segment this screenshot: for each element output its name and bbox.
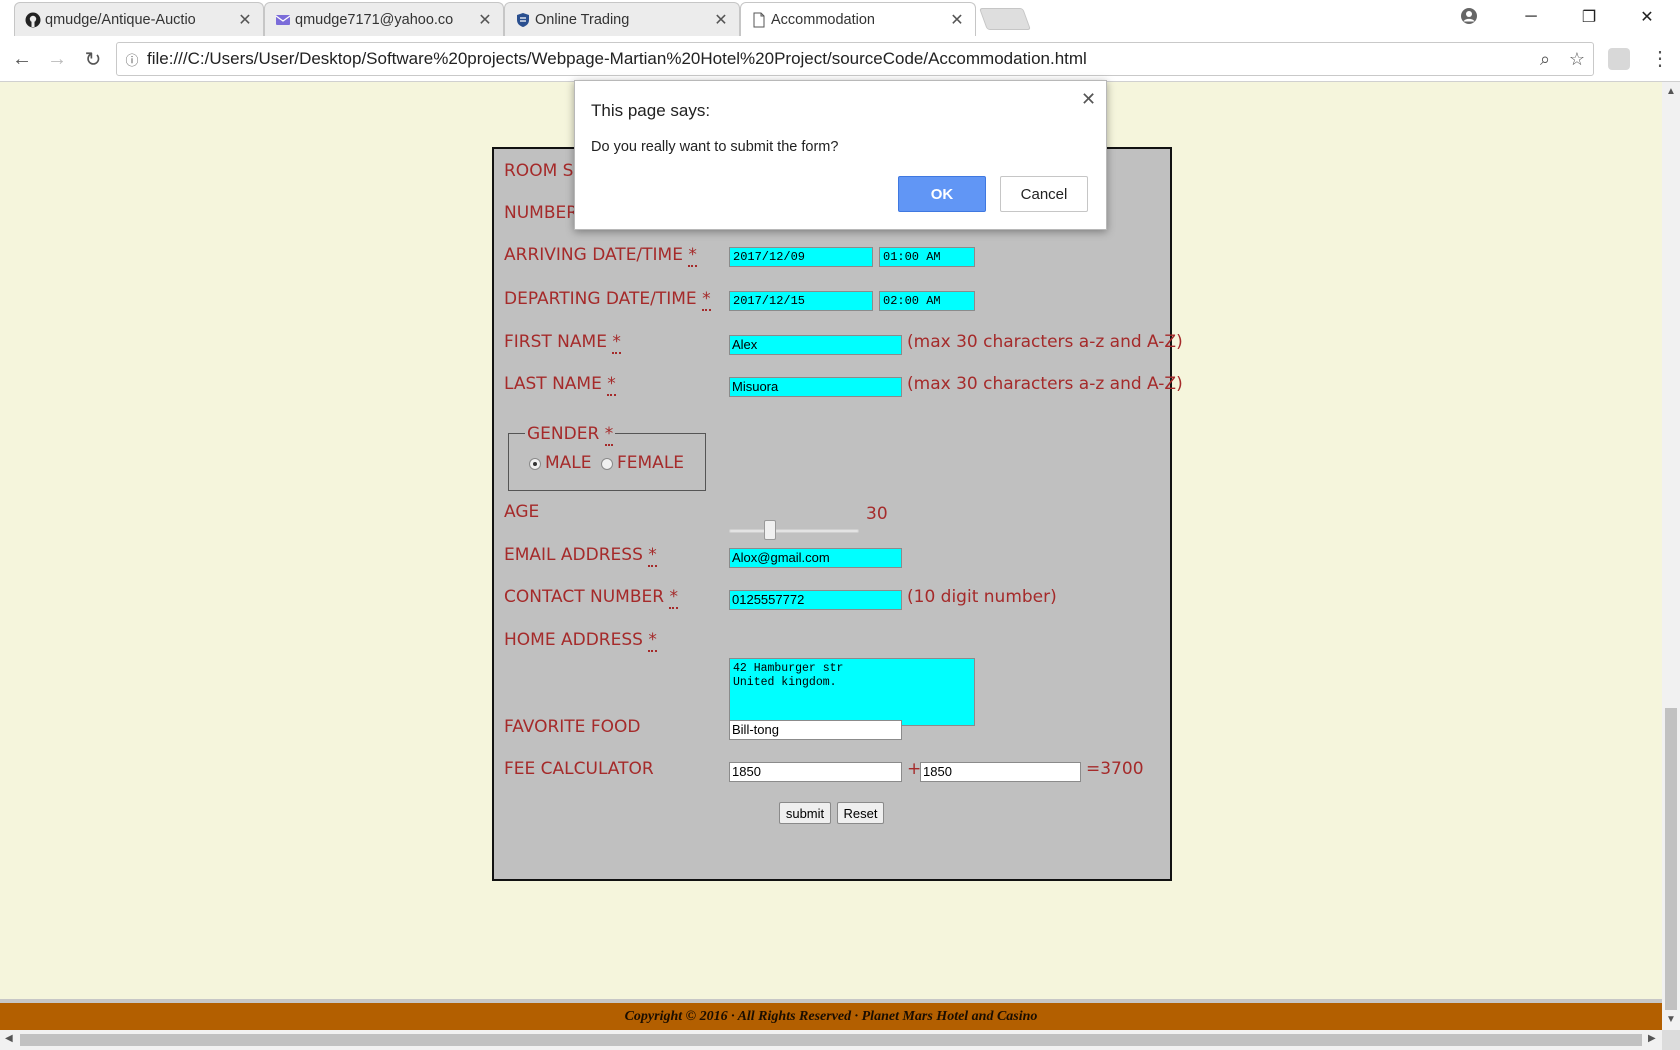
ok-button[interactable]: OK	[898, 176, 986, 212]
contact-input[interactable]: 0125557772	[729, 590, 902, 610]
bookmark-star-icon[interactable]: ☆	[1561, 49, 1593, 70]
page-footer: Copyright © 2016 · All Rights Reserved ·…	[0, 999, 1662, 1030]
scroll-left-arrow-icon[interactable]: ◀	[5, 1033, 13, 1044]
profile-icon[interactable]	[1460, 7, 1478, 25]
close-icon[interactable]: ✕	[949, 10, 965, 30]
fee-input-b[interactable]: 1850	[920, 762, 1081, 782]
close-icon[interactable]: ✕	[713, 10, 729, 30]
first-name-label: FIRST NAME *	[504, 332, 621, 354]
new-tab-button[interactable]	[978, 8, 1032, 30]
minimize-button[interactable]: ─	[1502, 0, 1560, 34]
email-input[interactable]: Alox@gmail.com	[729, 548, 902, 568]
last-name-label: LAST NAME *	[504, 374, 616, 396]
close-icon[interactable]: ✕	[1081, 89, 1096, 110]
required-marker: *	[612, 332, 621, 354]
close-icon[interactable]: ✕	[477, 10, 493, 30]
zoom-icon[interactable]: ⌕	[1529, 49, 1561, 70]
scroll-up-arrow-icon[interactable]: ▲	[1666, 86, 1676, 97]
male-label[interactable]: MALE	[545, 453, 592, 473]
favorite-food-input[interactable]: Bill-tong	[729, 720, 902, 740]
dialog-message: Do you really want to submit the form?	[591, 139, 839, 155]
arriving-label: ARRIVING DATE/TIME *	[504, 245, 697, 267]
tab-title: qmudge/Antique-Auctio	[45, 11, 196, 28]
cancel-button[interactable]: Cancel	[1000, 176, 1088, 212]
fee-result: =3700	[1086, 759, 1144, 779]
fee-input-a[interactable]: 1850	[729, 762, 902, 782]
tab-strip: qmudge/Antique-Auctio ✕ qmudge7171@yahoo…	[0, 0, 1680, 36]
female-label[interactable]: FEMALE	[617, 453, 684, 473]
horizontal-scroll-thumb[interactable]	[20, 1034, 1642, 1046]
back-arrow-icon[interactable]: ←	[9, 46, 35, 72]
departing-label: DEPARTING DATE/TIME *	[504, 289, 711, 311]
github-icon	[25, 12, 41, 28]
home-address-label: HOME ADDRESS *	[504, 630, 657, 652]
departing-time-input[interactable]: 02:00 AM	[879, 291, 975, 311]
vertical-scrollbar[interactable]: ▲ ▼	[1662, 82, 1680, 1030]
reload-icon[interactable]: ↻	[80, 46, 106, 72]
room-label: ROOM S	[504, 161, 574, 181]
tab-accommodation[interactable]: Accommodation ✕	[740, 2, 976, 36]
first-name-input[interactable]: Alex	[729, 335, 902, 355]
gender-fieldset: GENDER * MALE FEMALE	[508, 424, 706, 491]
arriving-time-input[interactable]: 01:00 AM	[879, 247, 975, 267]
home-address-textarea[interactable]: 42 Hamburger str United kingdom.	[729, 658, 975, 726]
tab-title: qmudge7171@yahoo.co	[295, 11, 454, 28]
menu-icon[interactable]: ⋮	[1650, 44, 1670, 74]
age-label: AGE	[504, 502, 540, 522]
address-bar[interactable]: ⓘ file:///C:/Users/User/Desktop/Software…	[116, 42, 1594, 76]
gender-legend: GENDER *	[525, 424, 616, 446]
required-marker: *	[669, 587, 678, 609]
fee-calculator-label: FEE CALCULATOR	[504, 759, 654, 779]
required-marker: *	[604, 424, 614, 446]
age-value: 30	[866, 504, 888, 524]
mail-icon	[275, 15, 291, 25]
favorite-food-label: FAVORITE FOOD	[504, 717, 641, 737]
contact-hint: (10 digit number)	[907, 587, 1057, 607]
dialog-title: This page says:	[591, 101, 711, 120]
last-name-hint: (max 30 characters a-z and A-Z)	[907, 374, 1183, 394]
scrollbar-corner	[1662, 1030, 1680, 1050]
tab-mail[interactable]: qmudge7171@yahoo.co ✕	[264, 2, 504, 36]
first-name-hint: (max 30 characters a-z and A-Z)	[907, 332, 1183, 352]
departing-date-input[interactable]: 2017/12/15	[729, 291, 873, 311]
forward-arrow-icon[interactable]: →	[44, 46, 70, 72]
male-radio[interactable]	[529, 458, 541, 470]
scroll-right-arrow-icon[interactable]: ▶	[1648, 1033, 1656, 1044]
accommodation-form: ROOM S NUMBER ARRIVING DATE/TIME * 2017/…	[492, 147, 1183, 881]
vertical-scroll-thumb[interactable]	[1665, 708, 1677, 1010]
tab-title: Online Trading	[535, 11, 630, 28]
bank-shield-icon	[517, 13, 529, 27]
required-marker: *	[688, 245, 697, 267]
submit-button[interactable]: submit	[779, 802, 831, 824]
female-radio[interactable]	[601, 458, 613, 470]
required-marker: *	[648, 630, 657, 652]
info-icon[interactable]: ⓘ	[117, 50, 147, 69]
scroll-down-arrow-icon[interactable]: ▼	[1666, 1014, 1676, 1025]
extension-icon[interactable]	[1608, 48, 1630, 70]
last-name-input[interactable]: Misuora	[729, 377, 902, 397]
required-marker: *	[648, 545, 657, 567]
close-icon[interactable]: ✕	[237, 10, 253, 30]
contact-label: CONTACT NUMBER *	[504, 587, 678, 609]
confirm-dialog: This page says: ✕ Do you really want to …	[574, 80, 1107, 230]
window-close-button[interactable]: ✕	[1618, 0, 1676, 34]
copyright-text: Copyright © 2016 · All Rights Reserved ·…	[624, 1008, 1038, 1024]
tab-online-trading[interactable]: Online Trading ✕	[504, 2, 740, 36]
reset-button[interactable]: Reset	[837, 802, 884, 824]
required-marker: *	[702, 289, 711, 311]
url-text[interactable]: file:///C:/Users/User/Desktop/Software%2…	[147, 49, 1529, 69]
email-label: EMAIL ADDRESS *	[504, 545, 657, 567]
age-slider-track[interactable]	[729, 529, 859, 533]
number-label: NUMBER	[504, 203, 579, 223]
page-icon	[753, 12, 765, 28]
required-marker: *	[607, 374, 616, 396]
restore-button[interactable]: ❐	[1560, 0, 1618, 34]
browser-toolbar: ← → ↻ ⓘ file:///C:/Users/User/Desktop/So…	[0, 36, 1680, 82]
age-slider-thumb[interactable]	[764, 520, 777, 540]
tab-github[interactable]: qmudge/Antique-Auctio ✕	[14, 2, 264, 36]
arriving-date-input[interactable]: 2017/12/09	[729, 247, 873, 267]
horizontal-scrollbar[interactable]: ◀ ▶	[0, 1030, 1662, 1050]
tab-title: Accommodation	[771, 11, 875, 28]
